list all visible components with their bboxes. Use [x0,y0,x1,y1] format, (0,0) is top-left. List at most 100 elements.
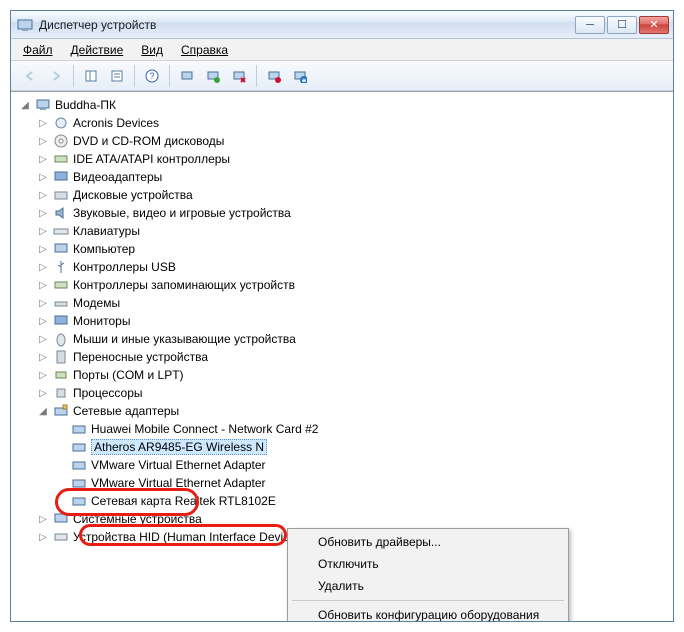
help-button[interactable]: ? [140,64,164,88]
tree-category[interactable]: ▷ IDE ATA/ATAPI контроллеры [35,150,673,168]
tree-category[interactable]: ▷Контроллеры USB [35,258,673,276]
expand-icon[interactable]: ▷ [37,388,49,399]
ctx-disable[interactable]: Отключить [290,553,566,575]
monitor-icon [53,313,69,329]
tree-category[interactable]: ▷ Контроллеры запоминающих устройств [35,276,673,294]
window-frame: Диспетчер устройств ─ ☐ ✕ Файл Действие … [10,10,674,622]
tree-category-network[interactable]: ◢ Сетевые адаптеры [35,402,673,420]
network-adapter-icon [71,421,87,437]
titlebar: Диспетчер устройств ─ ☐ ✕ [11,11,673,39]
tree-category[interactable]: ▷Модемы [35,294,673,312]
tree-category[interactable]: ▷ Компьютер [35,240,673,258]
category-label: IDE ATA/ATAPI контроллеры [73,152,230,166]
tree-category[interactable]: ▷ Мониторы [35,312,673,330]
tree-category[interactable]: ▷ Дисковые устройства [35,186,673,204]
storage-controller-icon [53,277,69,293]
menu-file[interactable]: Файл [15,41,61,59]
menu-action[interactable]: Действие [63,41,132,59]
collapse-icon[interactable]: ◢ [19,100,31,111]
tree-device[interactable]: Сетевая карта Realtek RTL8102E [53,492,673,510]
computer-icon [35,97,51,113]
expand-icon[interactable]: ▷ [37,154,49,165]
expand-icon[interactable]: ▷ [37,532,49,543]
tree-category[interactable]: ▷Мыши и иные указывающие устройства [35,330,673,348]
tree-root[interactable]: ◢ Buddha-ПК [17,96,673,114]
maximize-button[interactable]: ☐ [607,16,637,34]
tree-category[interactable]: ▷ DVD и CD-ROM дисководы [35,132,673,150]
category-label: Дисковые устройства [73,188,193,202]
network-adapter-icon [71,439,87,455]
tree-category[interactable]: ▷ Процессоры [35,384,673,402]
menu-help[interactable]: Справка [173,41,236,59]
expand-icon[interactable]: ▷ [37,352,49,363]
menubar: Файл Действие Вид Справка [11,39,673,61]
expand-icon[interactable]: ▷ [37,280,49,291]
tree-device[interactable]: Huawei Mobile Connect - Network Card #2 [53,420,673,438]
tree-category[interactable]: ▷Клавиатуры [35,222,673,240]
expand-icon[interactable]: ▷ [37,334,49,345]
tree-device[interactable]: VMware Virtual Ethernet Adapter [53,456,673,474]
collapse-icon[interactable]: ◢ [37,406,49,417]
expand-icon[interactable]: ▷ [37,172,49,183]
expand-icon[interactable]: ▷ [37,226,49,237]
category-label: Сетевые адаптеры [73,404,179,418]
show-hide-tree-button[interactable] [79,64,103,88]
category-label: DVD и CD-ROM дисководы [73,134,224,148]
expand-icon[interactable]: ▷ [37,118,49,129]
expand-icon[interactable]: ▷ [37,262,49,273]
tree-category[interactable]: ▷Звуковые, видео и игровые устройства [35,204,673,222]
minimize-button[interactable]: ─ [575,16,605,34]
tree-category[interactable]: ▷Видеоадаптеры [35,168,673,186]
menu-view[interactable]: Вид [133,41,171,59]
toolbar-separator [134,65,135,87]
ctx-update-drivers[interactable]: Обновить драйверы... [290,531,566,553]
category-label: Компьютер [73,242,135,256]
update-driver-button[interactable] [201,64,225,88]
toolbar-separator [169,65,170,87]
app-icon [17,17,33,33]
network-adapter-icon [71,457,87,473]
device-label: Atheros AR9485-EG Wireless N [91,439,267,455]
tree-category[interactable]: ▷Переносные устройства [35,348,673,366]
controller-icon [53,151,69,167]
expand-icon[interactable]: ▷ [37,208,49,219]
expand-icon[interactable]: ▷ [37,514,49,525]
expand-icon[interactable]: ▷ [37,316,49,327]
device-tree[interactable]: ◢ Buddha-ПК ▷Acronis Devices ▷ DVD и CD-R… [11,96,673,546]
disc-icon [53,133,69,149]
disk-icon [53,187,69,203]
back-button [18,64,42,88]
category-label: Устройства HID (Human Interface Devices) [73,530,306,544]
expand-icon[interactable]: ▷ [37,136,49,147]
category-label: Контроллеры запоминающих устройств [73,278,295,292]
disable-button[interactable] [262,64,286,88]
tree-device[interactable]: VMware Virtual Ethernet Adapter [53,474,673,492]
tree-category[interactable]: ▷ Системные устройства [35,510,673,528]
category-label: Мониторы [73,314,130,328]
device-label: Huawei Mobile Connect - Network Card #2 [91,422,318,436]
mouse-icon [53,331,69,347]
properties-button[interactable] [105,64,129,88]
rescan-button[interactable] [288,64,312,88]
sound-icon [53,205,69,221]
expand-icon[interactable]: ▷ [37,190,49,201]
tree-category[interactable]: ▷Порты (COM и LPT) [35,366,673,384]
category-label: Системные устройства [73,512,202,526]
expand-icon[interactable]: ▷ [37,244,49,255]
context-menu: Обновить драйверы... Отключить Удалить О… [287,528,569,621]
expand-icon[interactable]: ▷ [37,298,49,309]
ctx-delete[interactable]: Удалить [290,575,566,597]
tree-device-selected[interactable]: Atheros AR9485-EG Wireless N [53,438,673,456]
tree-root-label: Buddha-ПК [55,98,116,112]
uninstall-button[interactable] [227,64,251,88]
keyboard-icon [53,223,69,239]
scan-button[interactable] [175,64,199,88]
close-button[interactable]: ✕ [639,16,669,34]
window-buttons: ─ ☐ ✕ [575,16,669,34]
device-tree-pane: ◢ Buddha-ПК ▷Acronis Devices ▷ DVD и CD-R… [11,91,673,621]
ctx-rescan[interactable]: Обновить конфигурацию оборудования [290,604,566,621]
tree-category[interactable]: ▷Acronis Devices [35,114,673,132]
expand-icon[interactable]: ▷ [37,370,49,381]
network-icon [53,403,69,419]
category-label: Процессоры [73,386,143,400]
